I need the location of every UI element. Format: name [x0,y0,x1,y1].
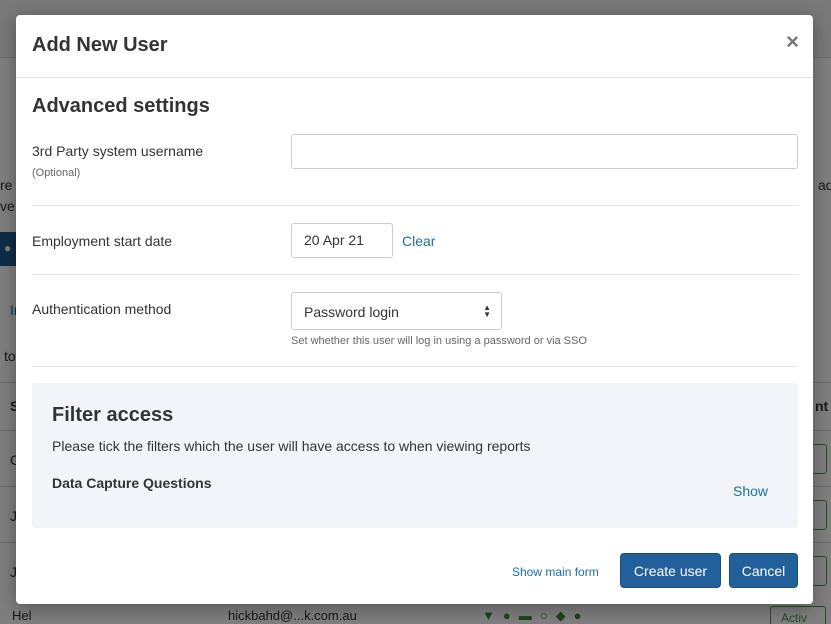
add-user-modal: Add New User × Advanced settings 3rd Par… [16,15,813,604]
auth-method-selected: Password login [304,304,399,320]
advanced-settings-heading: Advanced settings [32,95,210,117]
third-party-username-input[interactable] [291,134,798,169]
divider [32,274,798,275]
create-user-button[interactable]: Create user [620,553,721,588]
username-label: 3rd Party system username [32,143,204,159]
cancel-button[interactable]: Cancel [729,553,798,588]
modal-header: Add New User × [16,15,813,78]
divider [32,366,798,367]
close-icon[interactable]: × [786,31,799,53]
start-date-input[interactable]: 20 Apr 21 [291,223,393,258]
filter-access-panel: Filter access Please tick the filters wh… [32,383,798,528]
modal-title: Add New User [32,34,168,56]
auth-method-hint: Set whether this user will log in using … [291,335,587,347]
filter-access-description: Please tick the filters which the user w… [52,438,531,454]
auth-method-select[interactable]: Password login ▲ ▼ [291,292,502,330]
username-hint: (Optional) [32,167,81,179]
start-date-label: Employment start date [32,233,173,249]
show-filters-link[interactable]: Show [733,483,768,499]
divider [32,205,798,206]
filter-access-heading: Filter access [52,404,174,426]
auth-method-label: Authentication method [32,301,172,317]
clear-date-link[interactable]: Clear [402,233,435,249]
select-arrows-icon: ▲ ▼ [483,303,491,319]
show-main-form-link[interactable]: Show main form [512,565,599,579]
filter-group-label: Data Capture Questions [52,475,212,491]
